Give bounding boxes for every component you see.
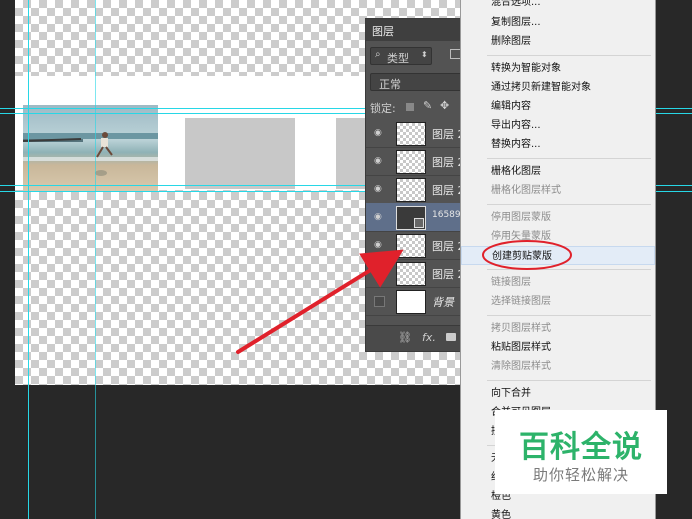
- watermark-subtitle: 助你轻松解决: [532, 466, 629, 484]
- baike-watermark: 百科全说 助你轻松解决: [495, 410, 667, 494]
- red-arrow: [236, 249, 404, 354]
- watermark-title: 百科全说: [519, 430, 643, 465]
- red-highlight-ellipse: [482, 240, 572, 270]
